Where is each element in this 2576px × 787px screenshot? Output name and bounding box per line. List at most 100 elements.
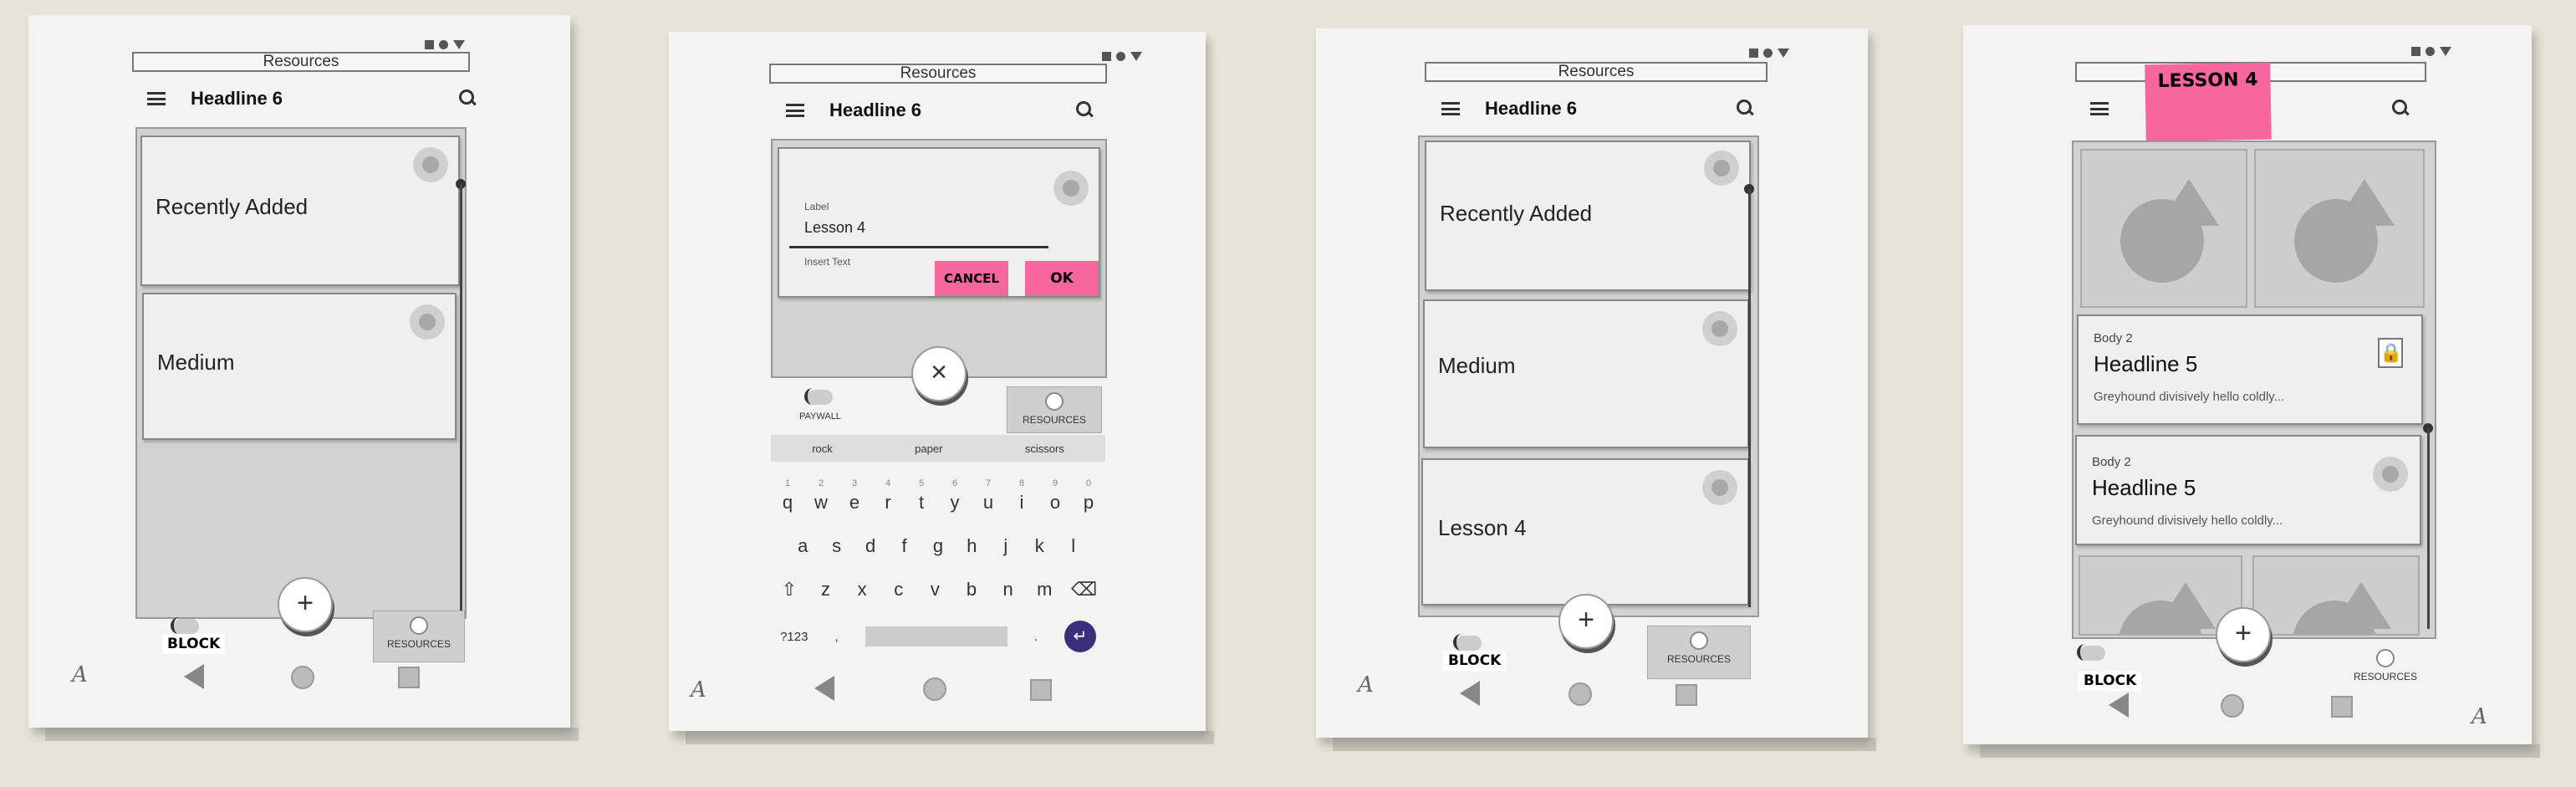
key[interactable]: i — [1012, 492, 1032, 514]
home-icon[interactable] — [923, 677, 946, 701]
image-tile — [2252, 555, 2420, 636]
list-card[interactable]: Recently Added — [1425, 141, 1751, 291]
key[interactable]: k — [1029, 535, 1049, 557]
period-key[interactable]: . — [1026, 630, 1046, 644]
key[interactable]: n — [998, 579, 1018, 600]
recents-icon[interactable] — [1030, 679, 1052, 701]
paywall-toggle[interactable] — [804, 388, 833, 405]
menu-icon[interactable] — [2090, 102, 2109, 115]
search-icon[interactable] — [2391, 99, 2410, 117]
symbols-key[interactable]: ?123 — [780, 630, 808, 644]
key[interactable]: r — [878, 492, 898, 514]
list-card[interactable]: Lesson 4 — [1421, 458, 1749, 606]
edit-card: Label Lesson 4 Insert Text CANCEL OK — [778, 147, 1100, 298]
key[interactable]: j — [996, 535, 1016, 557]
resources-label: RESOURCES — [1666, 653, 1731, 665]
content-card[interactable]: Body 2 Headline 5 Greyhound divisively h… — [2077, 314, 2423, 425]
key[interactable]: u — [978, 492, 998, 514]
key[interactable]: p — [1079, 492, 1099, 514]
close-button[interactable]: × — [911, 346, 967, 401]
key[interactable]: s — [827, 535, 847, 557]
key[interactable]: a — [793, 535, 813, 557]
key[interactable]: l — [1064, 535, 1084, 557]
card-title: Headline 5 — [2094, 351, 2198, 376]
paywall-label: PAYWALL — [799, 411, 841, 422]
add-button[interactable]: + — [278, 577, 333, 632]
home-icon[interactable] — [1569, 682, 1592, 706]
resources-tab[interactable]: Resources — [1425, 62, 1767, 82]
menu-icon[interactable] — [1441, 102, 1460, 115]
card-title: Recently Added — [156, 194, 309, 219]
key[interactable]: f — [895, 535, 915, 557]
search-icon[interactable] — [1736, 99, 1754, 117]
menu-icon[interactable] — [147, 92, 166, 105]
suggestion-item[interactable]: rock — [812, 442, 833, 455]
suggestion-strip: rock paper scissors — [771, 435, 1105, 462]
suggestion-item[interactable]: scissors — [1025, 442, 1064, 455]
key[interactable]: m — [1034, 579, 1054, 600]
back-icon[interactable] — [2109, 692, 2129, 718]
paper-sheet-4: LESSON 4 Body 2 Headline 5 Greyhound div… — [1963, 25, 2540, 758]
resources-button[interactable]: RESOURCES — [2339, 644, 2431, 694]
block-toggle[interactable] — [171, 617, 199, 634]
enter-key[interactable]: ↵ — [1064, 621, 1096, 652]
key[interactable]: t — [911, 492, 931, 514]
key[interactable]: v — [925, 579, 945, 600]
search-icon[interactable] — [458, 89, 477, 107]
back-icon[interactable] — [814, 676, 834, 701]
home-icon[interactable] — [291, 666, 314, 689]
text-field[interactable]: Lesson 4 — [804, 219, 865, 237]
suggestion-item[interactable]: paper — [915, 442, 942, 455]
space-key[interactable] — [865, 626, 1007, 646]
recents-icon[interactable] — [398, 667, 420, 688]
number-hint: 6 — [951, 478, 958, 488]
key[interactable]: y — [945, 492, 965, 514]
resources-tab[interactable]: Resources — [132, 52, 470, 72]
search-icon[interactable] — [1075, 100, 1094, 119]
resources-button[interactable]: RESOURCES — [1007, 386, 1102, 433]
back-icon[interactable] — [1460, 681, 1480, 706]
key[interactable]: w — [811, 492, 831, 514]
key[interactable]: x — [852, 579, 872, 600]
recents-icon[interactable] — [1676, 684, 1697, 706]
block-toggle[interactable] — [1453, 634, 1482, 651]
scroll-track — [2427, 428, 2430, 629]
key[interactable]: o — [1045, 492, 1065, 514]
block-toggle[interactable] — [2077, 644, 2105, 661]
back-icon[interactable] — [184, 664, 204, 689]
cancel-button[interactable]: CANCEL — [935, 261, 1008, 296]
content-card[interactable]: Body 2 Headline 5 Greyhound divisively h… — [2075, 435, 2421, 545]
status-bar — [425, 38, 465, 50]
lock-icon[interactable]: 🔒 — [2378, 338, 2403, 368]
key[interactable]: c — [889, 579, 909, 600]
content-area: Body 2 Headline 5 Greyhound divisively h… — [2072, 141, 2436, 639]
key[interactable]: e — [844, 492, 865, 514]
shift-key[interactable]: ⇧ — [779, 579, 799, 600]
resources-button[interactable]: RESOURCES — [373, 611, 465, 662]
backspace-key[interactable]: ⌫ — [1071, 579, 1097, 600]
signature-mark: A — [1358, 672, 1374, 698]
card-overline: Body 2 — [2092, 455, 2131, 469]
key[interactable]: b — [962, 579, 982, 600]
card-overline: Body 2 — [2094, 331, 2133, 345]
key[interactable]: h — [962, 535, 982, 557]
key[interactable]: d — [860, 535, 880, 557]
add-button[interactable]: + — [1558, 594, 1614, 649]
key[interactable]: q — [778, 492, 798, 514]
comma-key[interactable]: , — [827, 630, 847, 644]
key[interactable]: z — [815, 579, 835, 600]
add-button[interactable]: + — [2216, 607, 2271, 662]
menu-icon[interactable] — [786, 104, 804, 117]
home-icon[interactable] — [2221, 694, 2244, 718]
number-hint: 3 — [851, 478, 858, 488]
key[interactable]: g — [928, 535, 948, 557]
list-card[interactable]: Recently Added — [140, 135, 460, 286]
list-card[interactable]: Medium — [1423, 299, 1749, 448]
helper-text: Insert Text — [804, 256, 851, 268]
recents-icon[interactable] — [2331, 696, 2353, 718]
resources-tab[interactable]: Resources — [769, 64, 1107, 84]
list-card[interactable]: Medium — [142, 293, 457, 440]
status-bar — [1102, 50, 1142, 62]
ok-button[interactable]: OK — [1025, 261, 1099, 296]
resources-button[interactable]: RESOURCES — [1647, 626, 1751, 679]
